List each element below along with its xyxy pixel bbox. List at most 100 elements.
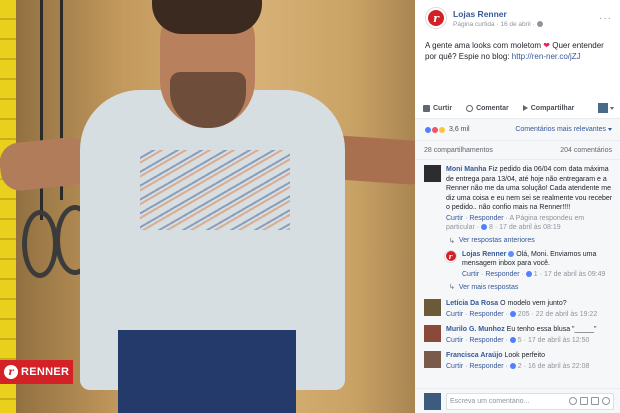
commenter-avatar[interactable] [424,165,441,182]
comments-list: Moni Manha Fiz pedido dia 06/04 com data… [415,160,620,388]
reply-likes[interactable]: 1 [534,271,538,278]
comment-item: Letícia Da Rosa O modelo vem junto? Curt… [424,299,614,319]
reply-meta: Curtir · Responder · 1 · 17 de abril às … [462,270,606,278]
share-label: Compartilhar [530,104,575,112]
share-button[interactable]: Compartilhar [522,104,575,112]
like-label: Curtir [433,104,453,112]
comment-like-link[interactable]: Curtir [446,337,463,344]
comment-body: Moni Manha Fiz pedido dia 06/04 com data… [446,165,614,233]
comment-likes[interactable]: 5 [518,337,522,344]
reply-arrow-icon: ↳ [449,237,455,245]
commenter-name[interactable]: Letícia Da Rosa [446,300,498,307]
commenter-avatar[interactable] [424,351,441,368]
current-user-avatar [424,392,441,410]
emoji-icon[interactable] [569,397,577,405]
renner-logo: r RENNER [0,360,73,384]
comment-meta: Curtir · Responder · 2 · 16 de abril às … [446,362,590,370]
reply-item: r Lojas Renner Olá, Moni. Enviamos uma m… [444,249,614,280]
reply-date[interactable]: 17 de abril às 09:49 [544,271,606,278]
comment-body: Murilo G. Munhoz Eu tenho essa blusa "__… [446,325,614,345]
comment-meta: Curtir · Responder · A Página respondeu … [446,214,585,232]
arm-left [0,135,93,193]
chevron-down-icon [610,106,614,110]
pants [118,330,296,413]
page-avatar[interactable]: r [425,7,447,29]
comment-meta: Curtir · Responder · 5 · 17 de abril às … [446,336,590,344]
more-options-icon[interactable]: ··· [599,13,612,24]
reply-avatar[interactable]: r [444,249,457,263]
user-avatar [598,103,608,113]
chevron-down-icon [608,127,612,131]
comment-sort-label: Comentários mais relevantes [515,126,606,133]
comment-meta: Curtir · Responder · 205 · 22 de abril à… [446,310,598,318]
like-button[interactable]: Curtir [423,104,453,112]
comments-count[interactable]: 204 comentários [560,147,612,154]
like-reaction-icon [509,362,516,369]
comment-date[interactable]: 17 de abril às 12:50 [528,337,590,344]
camera-icon[interactable] [580,397,588,405]
reply-arrow-icon: ↳ [449,284,455,291]
comment-like-link[interactable]: Curtir [446,311,463,318]
comment-input-box[interactable] [446,392,614,410]
commenter-name[interactable]: Moni Manha [446,166,486,173]
reply-author[interactable]: Lojas Renner [462,251,506,258]
post-meta: Página curtida · 16 de abril · [453,21,599,28]
commenter-name[interactable]: Murilo G. Munhoz [446,326,505,333]
shares-count[interactable]: 28 compartilhamentos [424,147,493,154]
tshirt-print [140,150,290,230]
comment-reply-link[interactable]: Responder [469,311,503,318]
comment-item: Francisca Araújo Look perfeito Curtir · … [424,351,614,371]
reactions-bar: 3,6 mil Comentários mais relevantes [415,118,620,140]
post-panel: r Lojas Renner Página curtida · 16 de ab… [415,0,620,413]
view-more-replies[interactable]: ↳ Ver mais respostas [424,283,614,292]
comment-like-link[interactable]: Curtir [446,363,463,370]
page-name-link[interactable]: Lojas Renner [453,9,599,19]
gif-icon[interactable] [591,397,599,405]
comment-like-link[interactable]: Curtir [446,215,463,222]
comment-button[interactable]: Comentar [466,104,509,112]
reply-reply-link[interactable]: Responder [485,271,519,278]
caption-link[interactable]: http://ren-ner.co/jZJ [512,52,581,61]
comment-text: Look perfeito [504,352,545,359]
post-caption: A gente ama looks com moletom ❤ Quer ent… [415,29,620,62]
post-actions: Curtir Comentar Compartilhar [415,101,620,115]
counts-bar: 28 compartilhamentos 204 comentários [415,140,620,160]
comment-item: Murilo G. Munhoz Eu tenho essa blusa "__… [424,325,614,345]
comment-sort-dropdown[interactable]: Comentários mais relevantes [515,126,612,133]
heart-emoji-icon: ❤ [543,41,550,50]
view-more-replies-label: Ver mais respostas [458,283,519,291]
wow-reaction-icon[interactable] [438,125,446,134]
post-header-text: Lojas Renner Página curtida · 16 de abri… [453,9,599,28]
identity-selector[interactable] [598,103,614,113]
renner-avatar-icon: r [445,251,456,261]
commenter-name[interactable]: Francisca Araújo [446,352,503,359]
comment-item: Moni Manha Fiz pedido dia 06/04 com data… [424,165,614,233]
comment-reply-link[interactable]: Responder [469,363,503,370]
comment-likes[interactable]: 205 [518,311,530,318]
view-previous-replies[interactable]: ↳ Ver respostas anteriores [424,237,614,245]
commenter-avatar[interactable] [424,325,441,342]
comment-input[interactable] [450,397,566,405]
reply-body: Lojas Renner Olá, Moni. Enviamos uma men… [462,250,614,280]
renner-avatar-icon: r [428,10,444,26]
comment-date[interactable]: 17 de abril às 08:19 [499,224,561,231]
sticker-icon[interactable] [602,397,610,405]
reaction-count[interactable]: 3,6 mil [449,126,470,133]
verified-badge-icon [508,250,515,257]
share-icon [522,105,528,111]
comment-date[interactable]: 22 de abril às 19:22 [536,311,598,318]
comment-likes[interactable]: 8 [489,224,493,231]
comment-date[interactable]: 16 de abril às 22:08 [528,363,590,370]
post-photo[interactable]: r RENNER [0,0,415,413]
reply-like-link[interactable]: Curtir [462,271,479,278]
comment-text: O modelo vem junto? [500,300,567,307]
gym-ring-left [22,210,58,278]
like-reaction-icon [525,270,532,277]
comment-reply-link[interactable]: Responder [469,215,503,222]
hair [152,0,262,34]
view-previous-replies-label: Ver respostas anteriores [458,237,535,244]
comment-likes[interactable]: 2 [518,363,522,370]
commenter-avatar[interactable] [424,299,441,316]
comment-reply-link[interactable]: Responder [469,337,503,344]
caption-text: A gente ama looks com moletom [425,41,542,50]
